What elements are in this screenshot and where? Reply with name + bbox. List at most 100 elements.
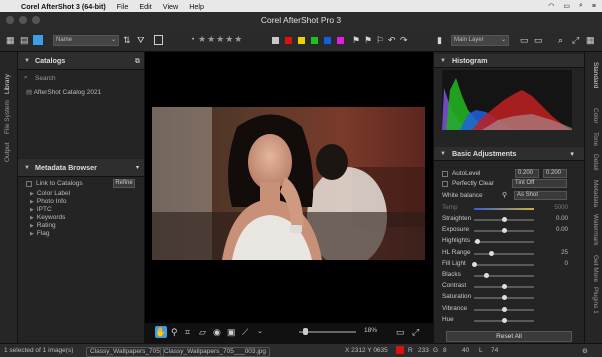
catalog-item[interactable]: ▤ AfterShot Catalog 2021 <box>26 88 101 96</box>
layers-icon[interactable]: ▮ <box>437 35 442 45</box>
tab-watermark[interactable]: Watermark <box>592 214 599 246</box>
tab-detail[interactable]: Detail <box>592 154 599 171</box>
file-tab[interactable]: Classy_Wallpapers_705___003.jpg <box>160 347 271 357</box>
tree-item-photo-info[interactable]: ▶ Photo Info <box>30 198 67 205</box>
fullscreen-icon[interactable]: ⤢ <box>412 327 419 338</box>
blacks-slider-handle[interactable] <box>484 273 489 278</box>
sort-direction-icon[interactable]: ⇅ <box>123 35 131 45</box>
tree-item-rating[interactable]: ▶ Rating <box>30 222 56 229</box>
saturation-slider-handle[interactable] <box>502 295 507 300</box>
exposure-slider-handle[interactable] <box>502 228 507 233</box>
wifi-icon[interactable]: ◠ <box>548 2 554 10</box>
tab-get-more[interactable]: Get More <box>592 255 599 282</box>
metadata-browser-header[interactable]: ▼ Metadata Browser ▾ <box>18 159 144 177</box>
close-button[interactable] <box>6 16 14 24</box>
basic-adjustments-header[interactable]: ▼ Basic Adjustments ▾ <box>434 147 584 161</box>
perfectly-clear-checkbox[interactable] <box>442 181 448 187</box>
straighten-icon[interactable]: ▱ <box>199 327 206 338</box>
straighten-slider-handle[interactable] <box>502 217 507 222</box>
white-balance-select[interactable]: As Shot <box>514 191 567 200</box>
single-view-icon[interactable] <box>33 35 43 45</box>
rating-stars[interactable]: ★★★★★ <box>198 34 243 45</box>
zoom-slider-handle[interactable] <box>303 328 308 335</box>
photo-preview[interactable] <box>152 107 425 260</box>
tab-file-system[interactable]: File System <box>4 100 11 134</box>
battery-icon[interactable]: ▭ <box>563 2 570 10</box>
tab-metadata[interactable]: Metadata <box>592 180 599 207</box>
grid-view-icon[interactable]: ▦ <box>6 35 15 45</box>
menu-file[interactable]: File <box>117 2 129 11</box>
highlights-slider-track[interactable] <box>474 241 534 243</box>
refine-button[interactable]: Refine <box>113 179 135 188</box>
rotate-right-icon[interactable]: ↷ <box>400 35 408 45</box>
menu-icon[interactable]: ≡ <box>592 3 596 10</box>
reset-all-button[interactable]: Reset All <box>446 331 572 342</box>
filter-icon[interactable]: ⛛ <box>137 35 145 45</box>
perfectly-clear-select[interactable]: Tint Off <box>512 179 567 188</box>
reject-flag-icon[interactable]: ⚐ <box>376 35 384 45</box>
autolevel-checkbox[interactable] <box>442 171 448 177</box>
autolevel-high-field[interactable]: 0.200 <box>543 169 567 178</box>
menu-edit[interactable]: Edit <box>139 2 151 11</box>
crop-icon[interactable]: ⌗ <box>185 327 190 338</box>
brush-icon[interactable]: ⟋ <box>242 327 248 338</box>
highlights-slider-handle[interactable] <box>475 239 480 244</box>
hand-tool-icon[interactable]: ✋ <box>155 326 167 338</box>
catalog-search-input[interactable]: Search <box>35 75 56 82</box>
tree-item-flag[interactable]: ▶ Flag <box>30 230 50 237</box>
export-icon[interactable] <box>154 35 163 45</box>
compare-icon[interactable]: ▭ <box>396 327 405 338</box>
blacks-slider-track[interactable] <box>474 275 534 277</box>
zoom-button[interactable] <box>32 16 40 24</box>
panel-menu-icon[interactable]: ▾ <box>136 164 139 171</box>
layer-select[interactable]: Main Layer ⌄ <box>451 35 509 46</box>
white-balance-eyedropper-icon[interactable]: ⚲ <box>502 191 507 199</box>
color-label-green[interactable] <box>311 37 318 44</box>
fill-light-slider-handle[interactable] <box>472 262 477 267</box>
hue-slider-handle[interactable] <box>502 318 507 323</box>
clear-rating-icon[interactable]: • <box>192 35 194 45</box>
retouch-icon[interactable]: ▣ <box>227 327 236 338</box>
chevron-down-icon[interactable]: ⌄ <box>257 327 263 335</box>
tab-plugins[interactable]: Plugins 1 <box>592 287 599 314</box>
sort-select[interactable]: Name ⌄ <box>53 35 119 46</box>
search-icon[interactable]: ⌕ <box>579 2 583 10</box>
list-view-icon[interactable]: ▤ <box>20 35 29 45</box>
tab-color[interactable]: Color <box>592 108 599 124</box>
fill-light-slider-track[interactable] <box>474 264 534 266</box>
remove-layer-icon[interactable]: ▭ <box>534 35 543 45</box>
app-menu[interactable]: Corel AfterShot 3 (64-bit) <box>21 2 106 11</box>
color-label-none[interactable] <box>272 37 279 44</box>
histogram-header[interactable]: ▼ Histogram <box>434 54 584 68</box>
tab-tone[interactable]: Tone <box>592 132 599 146</box>
folder-tab[interactable]: Classy_Wallpapers_705 <box>86 347 164 357</box>
hl-range-slider-track[interactable] <box>474 253 534 255</box>
add-layer-icon[interactable]: ▭ <box>520 35 529 45</box>
search-icon[interactable]: ⌕ <box>558 35 563 45</box>
tab-output[interactable]: Output <box>4 142 11 162</box>
link-to-catalogs-checkbox[interactable] <box>26 181 32 187</box>
eyedropper-icon[interactable]: ⚲ <box>171 327 178 338</box>
autolevel-low-field[interactable]: 0.200 <box>515 169 539 178</box>
catalog-options-icon[interactable]: ⧉ <box>135 56 140 66</box>
pick-flag-icon[interactable]: ⚑ <box>364 35 372 45</box>
temp-slider-track[interactable] <box>474 208 534 210</box>
tab-standard[interactable]: Standard <box>592 62 599 88</box>
red-eye-icon[interactable]: ◉ <box>213 327 221 338</box>
color-label-blue[interactable] <box>324 37 331 44</box>
tree-item-iptc[interactable]: ▶ IPTC <box>30 206 52 213</box>
vibrance-slider-handle[interactable] <box>502 307 507 312</box>
layout-icon[interactable]: ▦ <box>586 35 595 45</box>
rotate-left-icon[interactable]: ↶ <box>388 35 396 45</box>
menu-help[interactable]: Help <box>189 2 204 11</box>
tree-item-keywords[interactable]: ▶ Keywords <box>30 214 65 221</box>
settings-icon[interactable]: ⚙ <box>582 347 588 355</box>
tree-item-color-label[interactable]: ▶ Color Label <box>30 190 70 197</box>
minimize-button[interactable] <box>19 16 27 24</box>
catalog-search[interactable]: ⌕ Search <box>10 74 136 84</box>
catalogs-header[interactable]: ▼ Catalogs ⧉ <box>18 52 144 70</box>
flag-icon[interactable]: ⚑ <box>352 35 360 45</box>
contrast-slider-handle[interactable] <box>502 284 507 289</box>
hl-range-slider-handle[interactable] <box>489 251 494 256</box>
color-label-red[interactable] <box>285 37 292 44</box>
